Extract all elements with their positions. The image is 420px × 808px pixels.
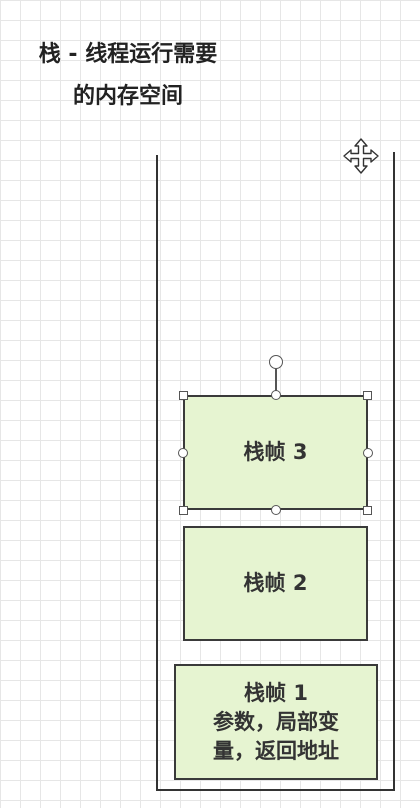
title-line-1: 栈 - 线程运行需要 — [38, 42, 218, 67]
resize-handle-top[interactable] — [271, 390, 281, 400]
stack-right-wall — [393, 152, 395, 791]
stack-bottom-wall — [156, 789, 395, 791]
resize-handle-top-left[interactable] — [179, 391, 188, 400]
rotation-handle[interactable] — [269, 355, 283, 369]
resize-handle-top-right[interactable] — [363, 391, 372, 400]
stack-frame-1[interactable]: 栈帧 1 参数，局部变 量，返回地址 — [174, 664, 378, 780]
move-cursor-icon — [343, 138, 379, 174]
stack-frame-1-detail-line-2: 量，返回地址 — [213, 738, 339, 763]
stack-frame-2[interactable]: 栈帧 2 — [183, 526, 368, 641]
stack-frame-2-label: 栈帧 2 — [243, 571, 308, 595]
diagram-title: 栈 - 线程运行需要 的内存空间 — [8, 34, 248, 118]
resize-handle-left[interactable] — [178, 448, 188, 458]
resize-handle-right[interactable] — [363, 448, 373, 458]
stack-frame-3[interactable]: 栈帧 3 — [183, 395, 368, 510]
resize-handle-bottom[interactable] — [271, 505, 281, 515]
stack-frame-1-detail-line-1: 参数，局部变 — [213, 709, 339, 734]
stack-frame-3-label: 栈帧 3 — [243, 440, 308, 464]
stack-left-wall — [156, 155, 158, 791]
resize-handle-bottom-right[interactable] — [363, 506, 372, 515]
stack-frame-1-label: 栈帧 1 — [244, 680, 308, 705]
title-line-2: 的内存空间 — [72, 84, 183, 109]
resize-handle-bottom-left[interactable] — [179, 506, 188, 515]
